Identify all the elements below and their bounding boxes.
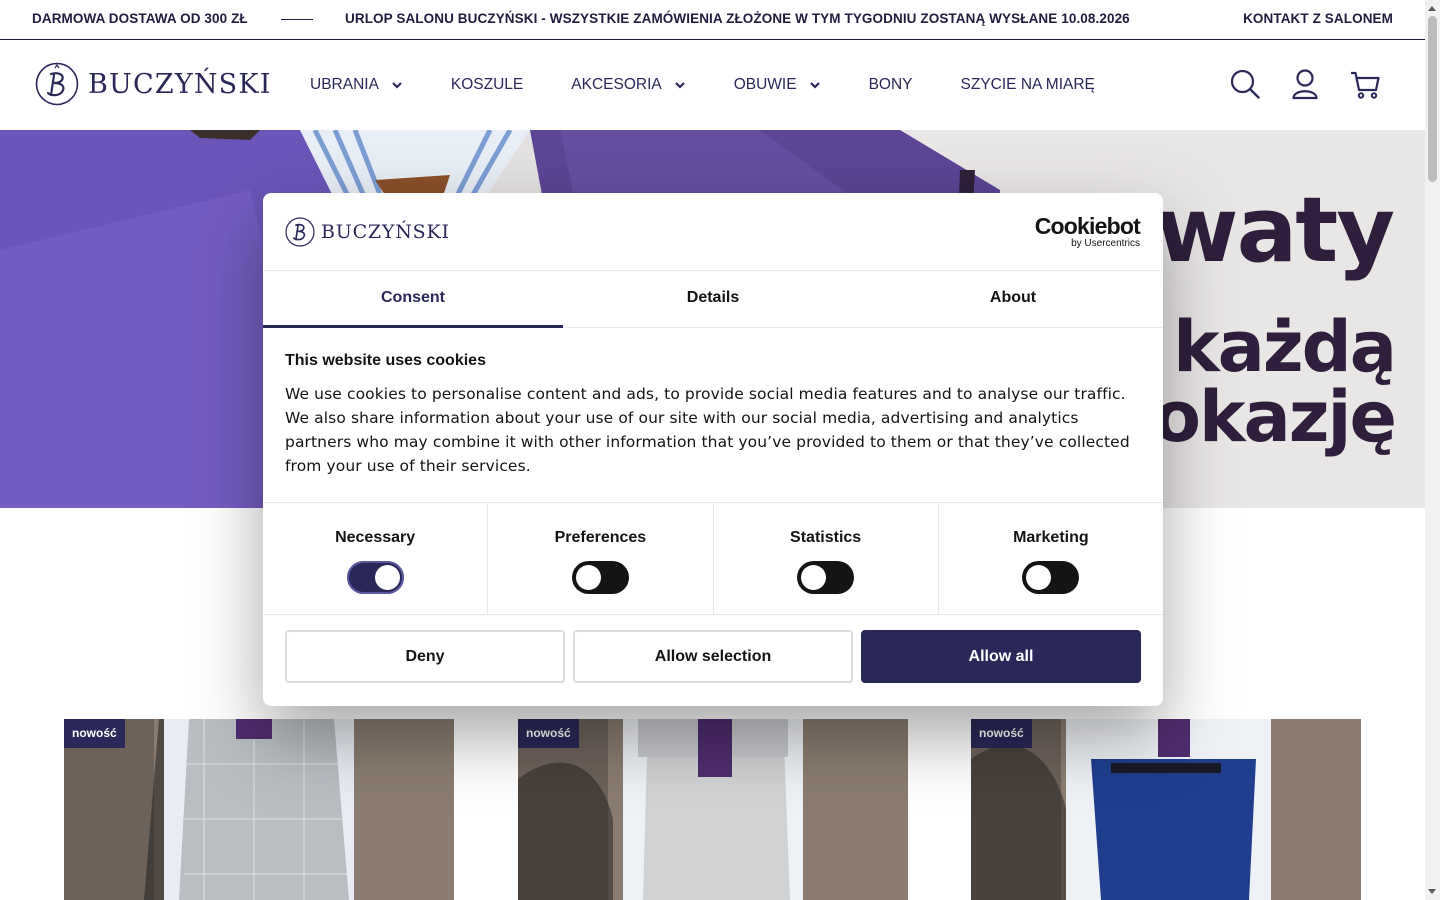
nav-label: UBRANIA [310,76,379,93]
product-card[interactable]: nowość [64,719,454,900]
dialog-header: BUCZYŃSKI Cookiebot by Usercentrics [263,193,1163,271]
cookiebot-logo[interactable]: Cookiebot by Usercentrics [1034,213,1141,250]
nav-item-ubrania[interactable]: UBRANIA [310,75,403,95]
dialog-description: We use cookies to personalise content an… [285,385,1130,475]
nav-label: BONY [868,76,913,93]
site-header: BUCZYŃSKI UBRANIA KOSZULE AKCESORIA OBUW… [0,40,1425,130]
cookie-consent-dialog: BUCZYŃSKI Cookiebot by Usercentrics Cons… [263,193,1163,706]
category-label: Marketing [1013,529,1089,546]
toggle-knob [374,565,400,590]
consent-categories: Necessary Preferences Statistics Marketi… [263,502,1163,615]
nav-label: KOSZULE [450,76,524,93]
category-preferences: Preferences [488,503,714,614]
product-card[interactable]: nowość [518,719,908,900]
header-actions [1230,68,1380,100]
brand-monogram-icon [35,62,79,106]
dialog-body: This website uses cookies We use cookies… [263,328,1163,502]
tab-about[interactable]: About [863,271,1163,327]
marketing-toggle[interactable] [1022,561,1080,594]
toggle-knob [801,565,827,590]
allow-selection-button[interactable]: Allow selection [573,630,853,683]
chevron-down-icon [809,82,820,89]
deny-button[interactable]: Deny [285,630,565,683]
category-necessary: Necessary [263,503,489,614]
search-icon[interactable] [1230,68,1260,100]
salon-notice-text: URLOP SALONU BUCZYŃSKI - WSZYSTKIE ZAMÓW… [345,11,1130,26]
new-badge: nowość [971,719,1032,748]
chevron-down-icon [392,82,402,89]
toggle-knob [575,565,601,590]
nav-label: OBUWIE [733,76,797,93]
nav-item-koszule[interactable]: KOSZULE [451,75,523,95]
scrollbar-thumb[interactable] [1428,16,1437,182]
chevron-down-icon [674,82,685,89]
product-card[interactable]: nowość [971,719,1361,900]
scroll-up-arrow-icon[interactable] [1428,6,1436,11]
free-shipping-text: DARMOWA DOSTAWA OD 300 ZŁ [32,11,248,26]
tab-consent[interactable]: Consent [263,271,563,328]
nav-label: SZYCIE NA MIARĘ [960,76,1095,93]
contact-salon-link[interactable]: KONTAKT Z SALONEM [1243,11,1393,26]
dialog-actions: Deny Allow selection Allow all [263,615,1163,698]
cookiebot-byline: by Usercentrics [1071,238,1140,249]
allow-all-button[interactable]: Allow all [861,630,1141,683]
divider [281,19,313,20]
scroll-down-arrow-icon[interactable] [1428,889,1436,894]
announcement-bar: DARMOWA DOSTAWA OD 300 ZŁ URLOP SALONU B… [0,0,1425,40]
toggle-knob [1026,565,1052,590]
category-marketing: Marketing [939,503,1163,614]
category-label: Necessary [335,529,416,546]
brand-monogram-icon [285,217,315,247]
nav-item-bony[interactable]: BONY [869,75,913,95]
preferences-toggle[interactable] [571,561,629,594]
necessary-toggle[interactable] [346,561,404,594]
category-statistics: Statistics [714,503,939,614]
tab-details[interactable]: Details [563,271,863,327]
user-icon[interactable] [1290,68,1320,100]
nav-item-obuwie[interactable]: OBUWIE [734,75,821,95]
nav-label: AKCESORIA [571,76,662,93]
dialog-tabs: Consent Details About [263,271,1163,328]
category-label: Preferences [554,529,647,546]
page-scrollbar[interactable] [1425,0,1440,900]
cookiebot-wordmark: Cookiebot [1034,213,1141,239]
brand-wordmark: BUCZYŃSKI [88,68,272,100]
nav-item-akcesoria[interactable]: AKCESORIA [571,75,685,95]
new-badge: nowość [518,719,579,748]
nav-item-szycie-na-miare[interactable]: SZYCIE NA MIARĘ [961,75,1095,95]
main-nav: UBRANIA KOSZULE AKCESORIA OBUWIE BONY SZ… [310,75,1143,95]
new-badge: nowość [64,719,125,748]
dialog-brand-logo: BUCZYŃSKI [285,217,450,247]
brand-logo[interactable]: BUCZYŃSKI [35,62,272,106]
statistics-toggle[interactable] [797,561,855,594]
cart-icon[interactable] [1350,68,1380,100]
hero-headline-line1: waty [1155,178,1395,283]
dialog-heading: This website uses cookies [285,352,486,369]
category-label: Statistics [790,529,862,546]
dialog-brand-wordmark: BUCZYŃSKI [321,221,450,243]
